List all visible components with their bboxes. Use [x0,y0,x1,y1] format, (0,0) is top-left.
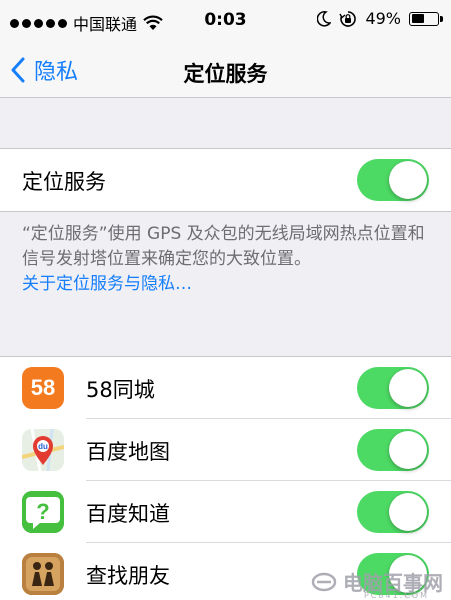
screen: 中国联通 0:03 49% 隐私 定位服务 定位服务 “定位服务”使用 GPS … [0,0,451,600]
location-services-label: 定位服务 [22,170,106,194]
location-services-toggle[interactable] [357,159,429,201]
status-bar: 中国联通 0:03 49% [0,0,451,44]
app-row-baidu-zhidao: ? 百度知道 [0,481,451,543]
baidu-zhidao-icon: ? [22,491,64,533]
app-toggle-58tongcheng[interactable] [357,367,429,409]
app-toggle-baidu-zhidao[interactable] [357,491,429,533]
location-services-cell: 定位服务 [0,149,451,211]
app-toggle-baidu-map[interactable] [357,429,429,471]
battery-percent: 49% [365,9,401,28]
app-list: 58 58同城 du 百度地图 ? 百度知道 查找朋友 [0,356,451,600]
app-row-58tongcheng: 58 58同城 [0,357,451,419]
watermark-subtext: PC841.COM [363,591,429,600]
moon-icon [317,10,332,27]
find-friends-icon [22,553,64,595]
page-title: 定位服务 [183,62,268,86]
app-name: 查找朋友 [86,564,170,588]
watermark-logo-icon [311,572,337,591]
privacy-link[interactable]: 关于定位服务与隐私… [22,272,432,297]
battery-icon [409,11,443,26]
navigation-bar: 隐私 定位服务 [0,44,451,98]
location-services-description: “定位服务”使用 GPS 及众包的无线局域网热点位置和信号发射塔位置来确定您的大… [22,224,425,269]
app-name: 58同城 [86,378,155,402]
location-services-description-block: “定位服务”使用 GPS 及众包的无线局域网热点位置和信号发射塔位置来确定您的大… [22,222,432,297]
toggle-knob [389,161,427,199]
app-name: 百度知道 [86,502,170,526]
status-right: 49% [317,9,443,28]
location-services-group: 定位服务 [0,148,451,212]
baidu-map-icon: du [22,429,64,471]
rotation-lock-icon [339,10,357,27]
app-name: 百度地图 [86,440,170,464]
app-row-baidu-map: du 百度地图 [0,419,451,481]
svg-text:du: du [38,442,48,451]
app-58-icon: 58 [22,367,64,409]
svg-text:?: ? [36,499,49,524]
